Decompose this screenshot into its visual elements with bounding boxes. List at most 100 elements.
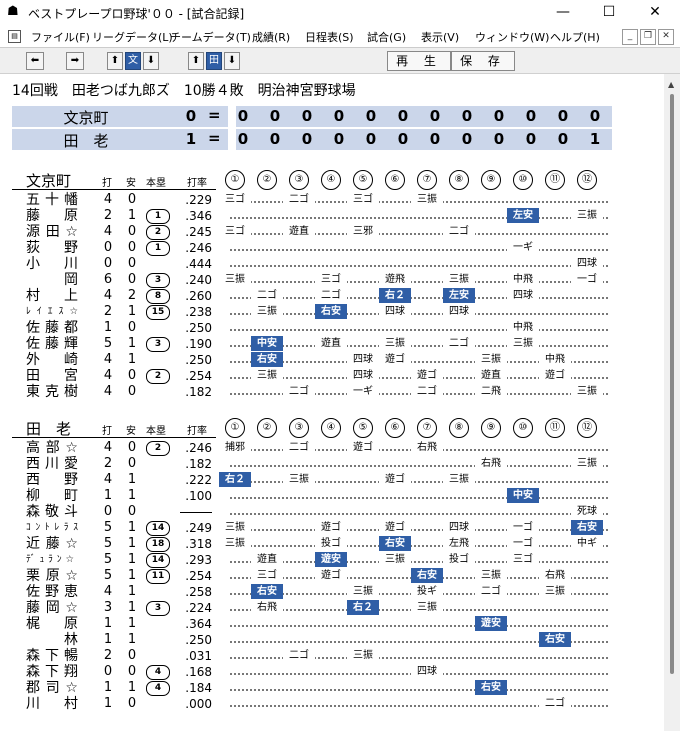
player-row[interactable]: 田 宮 4 0 2 .254 三振 四球 遊ゴ 遊直 遊ゴ [0,368,680,384]
mdi-close-icon[interactable]: ✕ [658,29,674,45]
score-inning: 0 [237,107,249,125]
player-name: 川 村 [26,696,78,712]
player-row[interactable]: 小 川 0 0 .444 四球 [0,256,680,272]
player-name: 岡 [26,272,78,288]
player-row[interactable]: ｺﾝﾄﾚﾗｽ 5 1 14 .249 三振 遊ゴ 遊ゴ 四球 一ゴ 右安 [0,520,680,536]
player-row[interactable]: 藤岡☆ 3 1 3 .224 右飛 右２ 三振 [0,600,680,616]
home-runs: 15 [146,305,170,320]
at-bats: 1 [103,696,113,711]
scroll-up-icon[interactable]: ▲ [668,80,674,89]
close-button[interactable]: ✕ [632,0,678,25]
player-row[interactable]: ﾚｲｴｽ☆ 2 1 15 .238 三振 右安 四球 四球 [0,304,680,320]
prev-arrow-icon[interactable]: ⬅ [26,52,44,70]
plate-appearance: 右安 [315,304,347,319]
save-button[interactable]: 保 存 [451,51,515,71]
next-arrow-icon[interactable]: ➡ [66,52,84,70]
score-inning: 0 [493,107,505,125]
menu-team-data[interactable]: チームデータ(T) [170,29,251,45]
player-row[interactable]: 岡 6 0 3 .240 三振 三ゴ 遊飛 三振 中飛 一ゴ [0,272,680,288]
down-arrow-icon-2[interactable]: ⬇ [224,52,240,70]
mdi-minimize-icon[interactable]: _ [622,29,638,45]
menu-help[interactable]: ヘルプ(H) [550,29,600,45]
plate-appearance: 一ギ [347,384,379,399]
grid-toggle-button[interactable]: 田 [206,52,222,70]
player-name: 佐藤輝 [26,336,78,352]
plate-appearance: 右安 [411,568,443,583]
plate-appearance: 一ゴ [571,272,603,287]
player-row[interactable]: 外 崎 4 1 .250 右安 四球 遊ゴ 三振 中飛 [0,352,680,368]
menu-view[interactable]: 表示(V) [421,29,459,45]
at-bats: 5 [103,336,113,351]
player-row[interactable]: 柳 町 1 1 .100 中安 [0,488,680,504]
player-row[interactable]: 森敬斗 0 0 死球 [0,504,680,520]
scroll-thumb[interactable] [670,94,674,674]
menu-window[interactable]: ウィンドウ(W) [475,29,549,45]
up-arrow-icon[interactable]: ⬆ [107,52,123,70]
plate-appearance: 中飛 [507,320,539,335]
inning-header: ⑤ [353,418,373,438]
hits: 1 [127,520,137,535]
player-row[interactable]: 藤 原 2 1 1.346 左安 三振 [0,208,680,224]
header-underline [12,437,216,438]
menu-stats[interactable]: 成績(R) [252,29,290,45]
menu-schedule[interactable]: 日程表(S) [305,29,354,45]
player-name: 森下暢 [26,648,78,664]
plate-appearance: 三ゴ [219,224,251,239]
player-row[interactable]: 近藤☆ 5 1 18 .318 三振 投ゴ 右安 左飛 一ゴ 中ギ [0,536,680,552]
player-row[interactable]: 西川愛 2 0 .182 右飛 三振 [0,456,680,472]
inning-header: ⑦ [417,418,437,438]
at-bats: 1 [103,616,113,631]
plate-appearance: 三振 [571,384,603,399]
player-row[interactable]: 森下翔 0 0 4.168 四球 [0,664,680,680]
player-row[interactable]: 村 上 4 2 8 .260 二ゴ 二ゴ 右２ 左安 四球 [0,288,680,304]
up-arrow-icon-2[interactable]: ⬆ [188,52,204,70]
at-bats: 0 [103,256,113,271]
player-row[interactable]: 佐藤輝 5 1 3 .190 中安 遊直 三振 二ゴ 三振 [0,336,680,352]
menu-file[interactable]: ファイル(F) [31,29,90,45]
player-row[interactable]: 梶 原 1 1 .364 遊安 [0,616,680,632]
at-bats: 1 [103,320,113,335]
player-row[interactable]: 川 村 1 0 .000 二ゴ [0,696,680,712]
menu-game[interactable]: 試合(G) [367,29,406,45]
menu-league-data[interactable]: リーグデータ(L) [92,29,173,45]
batting-average: .293 [185,553,212,567]
player-row[interactable]: 西 野 4 1 .222 右２ 三振 遊ゴ 三振 [0,472,680,488]
home-runs: 1 [146,241,170,256]
batting-average: .346 [185,209,212,223]
player-name: 郡司☆ [26,680,78,696]
maximize-button[interactable]: ☐ [586,0,632,25]
player-name: ﾃﾞｭﾗﾝ☆ [26,554,78,565]
player-name: 村 上 [26,288,78,304]
player-row[interactable]: 森下暢 2 0 .031 二ゴ 三振 [0,648,680,664]
inning-header: ② [257,418,277,438]
player-row[interactable]: 五十幡 4 0 .229 三ゴ 二ゴ 三ゴ 三振 [0,192,680,208]
player-row[interactable]: ﾃﾞｭﾗﾝ☆ 5 1 14 .293 遊直 遊安 三振 投ゴ 三ゴ [0,552,680,568]
score-total: 0 [185,107,197,125]
minimize-button[interactable]: — [540,0,586,25]
team-toggle-button[interactable]: 文 [125,52,141,70]
player-row[interactable]: 栗原☆ 5 1 11.254 三ゴ 遊ゴ 右安 三振 右飛 [0,568,680,584]
plate-appearance: 右飛 [539,568,571,583]
down-arrow-icon[interactable]: ⬇ [143,52,159,70]
player-row[interactable]: 源田☆ 4 0 2 .245 三ゴ 遊直 三邪 二ゴ [0,224,680,240]
plate-appearance: 右２ [219,472,251,487]
player-row[interactable]: 佐藤都 1 0 .250 中飛 [0,320,680,336]
plate-appearance: 死球 [571,504,603,519]
play-button[interactable]: 再 生 [387,51,451,71]
at-bats: 4 [103,472,113,487]
batting-average: .246 [185,241,212,255]
plate-appearance: 遊ゴ [347,440,379,455]
player-row[interactable]: 林 1 1 .250 右安 [0,632,680,648]
plate-appearance: 中安 [251,336,283,351]
plate-appearance: 右飛 [475,456,507,471]
plate-appearance: 三ゴ [507,552,539,567]
player-row[interactable]: 東克樹 4 0 .182 二ゴ 一ギ 二ゴ 二飛 三振 [0,384,680,400]
mdi-restore-icon[interactable]: ❐ [640,29,656,45]
doc-icon[interactable]: ▤ [8,30,21,43]
dotted-leader [230,513,608,515]
player-row[interactable]: 荻 野 0 0 1.246 一ギ [0,240,680,256]
player-row[interactable]: 佐野恵 4 1 .258 右安 三振 投ギ 二ゴ 三振 [0,584,680,600]
player-row[interactable]: 高部☆ 4 0 2 .246 捕邪 二ゴ 遊ゴ 右飛 [0,440,680,456]
vertical-scrollbar[interactable]: ▲ [664,74,680,731]
player-row[interactable]: 郡司☆ 1 1 4.184 右安 [0,680,680,696]
